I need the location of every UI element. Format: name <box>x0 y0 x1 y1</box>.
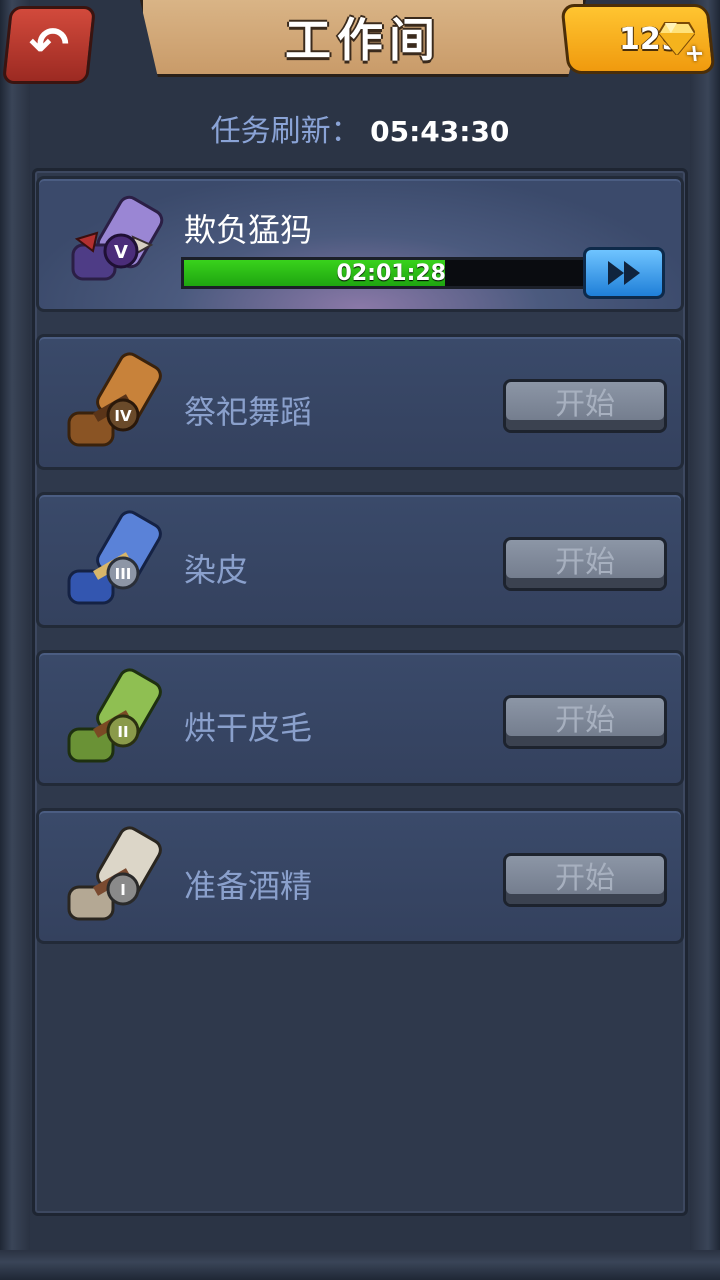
task-name: 欺负猛犸 <box>184 211 313 249</box>
start-button-label: 开始 <box>555 545 615 580</box>
back-arrow-icon: ↶ <box>28 17 70 73</box>
back-button[interactable]: ↶ <box>1 6 97 84</box>
level-badge: II <box>117 723 128 741</box>
level-badge: I <box>120 881 126 899</box>
refresh-time: 05:43:30 <box>370 115 510 148</box>
start-button-label: 开始 <box>555 861 615 896</box>
speed-up-button[interactable] <box>583 247 665 299</box>
workshop-screen: ↶ 工作间 129 + 任务刷新： 05:43:30 V 欺负猛犸 02:01:… <box>0 0 720 1280</box>
scroll-icon: III <box>67 510 162 605</box>
start-button[interactable]: 开始 <box>503 695 667 749</box>
scroll-icon: I <box>67 826 162 921</box>
start-button-label: 开始 <box>555 703 615 738</box>
level-badge: III <box>115 565 132 583</box>
start-button-label: 开始 <box>555 387 615 422</box>
task-name: 染皮 <box>184 551 249 589</box>
stone-frame-right <box>690 0 720 1280</box>
stone-frame-left <box>0 0 30 1280</box>
scroll-icon: IV <box>67 352 162 447</box>
refresh-label: 任务刷新： <box>210 114 361 149</box>
title-banner: 工作间 <box>140 0 586 77</box>
task-card: II 烘干皮毛 开始 <box>36 650 684 786</box>
level-badge: IV <box>114 407 132 425</box>
gem-counter[interactable]: 129 + <box>560 4 716 74</box>
start-button[interactable]: 开始 <box>503 853 667 907</box>
task-name: 烘干皮毛 <box>184 709 313 747</box>
start-button[interactable]: 开始 <box>503 379 667 433</box>
level-badge: V <box>114 242 128 263</box>
task-card-active: V 欺负猛犸 02:01:28 <box>36 176 684 312</box>
stone-frame-bottom <box>0 1250 720 1280</box>
fast-forward-icon <box>608 261 640 285</box>
start-button[interactable]: 开始 <box>503 537 667 591</box>
task-name: 准备酒精 <box>184 867 313 905</box>
task-name: 祭祀舞蹈 <box>184 393 313 431</box>
task-timer: 02:01:28 <box>336 261 446 286</box>
task-progress-bar: 02:01:28 <box>181 257 595 289</box>
task-card: III 染皮 开始 <box>36 492 684 628</box>
page-title: 工作间 <box>285 13 441 67</box>
task-refresh-timer: 任务刷新： 05:43:30 <box>0 106 720 150</box>
mammoth-task-icon: V <box>71 195 164 281</box>
scroll-icon: II <box>67 668 162 763</box>
task-card: IV 祭祀舞蹈 开始 <box>36 334 684 470</box>
add-gems-icon[interactable]: + <box>683 39 706 67</box>
task-card: I 准备酒精 开始 <box>36 808 684 944</box>
